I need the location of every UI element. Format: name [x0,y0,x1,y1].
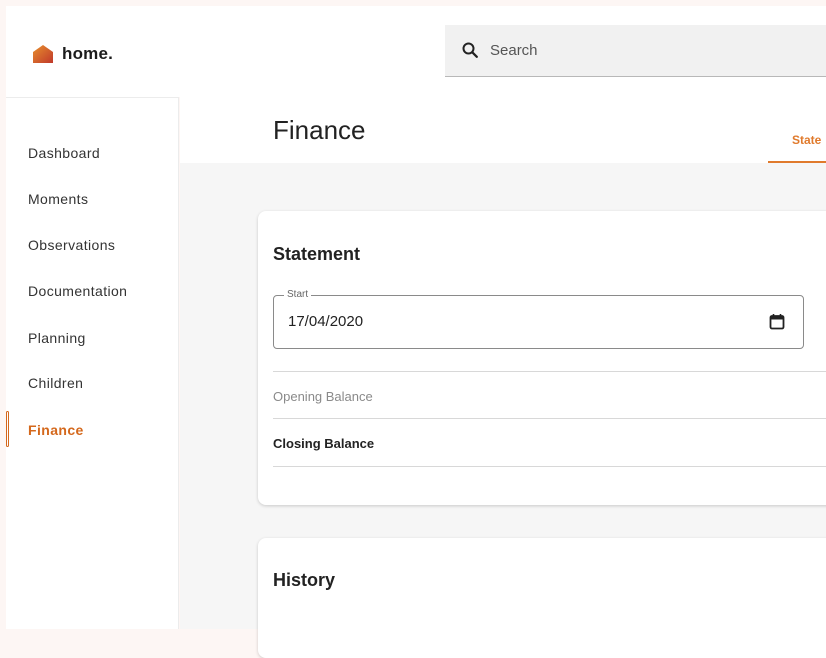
history-card: History [258,538,826,658]
search-bar[interactable] [445,25,826,77]
statement-card: Statement Start 17/04/2020 Opening Balan… [258,211,826,505]
search-input[interactable] [490,39,810,61]
sidebar-item-finance[interactable]: Finance [28,419,84,441]
divider [273,371,826,372]
opening-balance-label: Opening Balance [273,389,373,404]
divider [273,418,826,419]
sidebar-item-planning[interactable]: Planning [28,327,86,349]
sidebar-item-documentation[interactable]: Documentation [28,280,127,302]
calendar-icon[interactable] [769,313,785,330]
sidebar-item-dashboard[interactable]: Dashboard [28,142,100,164]
active-indicator [6,411,9,447]
divider [273,466,826,467]
start-date-value: 17/04/2020 [288,313,364,330]
sidebar-item-moments[interactable]: Moments [28,188,88,210]
page-header: Finance State [180,97,826,163]
closing-balance-label: Closing Balance [273,436,375,451]
start-date-label: Start [284,289,312,300]
sidebar: Dashboard Moments Observations Documenta… [6,97,179,629]
sidebar-item-children[interactable]: Children [28,372,83,394]
tab-statement[interactable]: State [768,127,826,163]
house-icon [33,45,53,63]
sidebar-item-observations[interactable]: Observations [28,234,115,256]
top-bar: home. [6,6,826,97]
page-title: Finance [273,115,366,145]
app-logo[interactable]: home. [32,44,113,64]
search-icon [462,42,478,58]
statement-title: Statement [273,244,361,264]
tab-statement-label: State [792,133,822,147]
start-date-field[interactable]: Start 17/04/2020 [273,289,804,349]
logo-text: home. [62,44,114,63]
main-content: Finance State Statement Start 17/04/2020… [180,97,826,658]
history-title: History [273,570,336,590]
